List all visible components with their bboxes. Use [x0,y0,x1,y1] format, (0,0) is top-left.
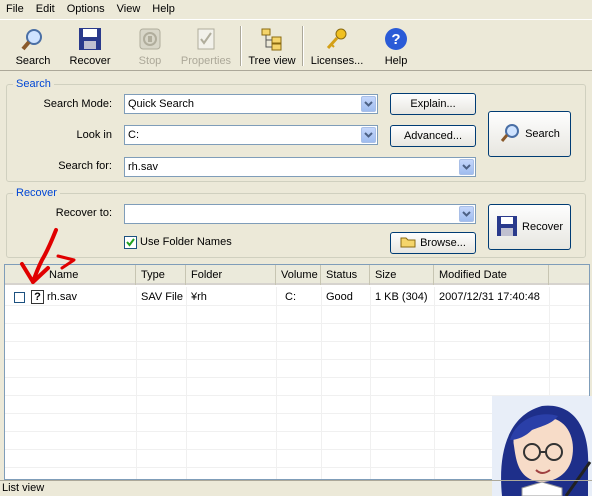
recover-to-input[interactable] [124,204,476,224]
menu-bar: File Edit Options View Help [0,0,592,19]
column-status[interactable]: Status [321,265,370,285]
cell-folder: ¥rh [191,291,207,303]
column-gridline [434,287,435,479]
look-in-label: Look in [76,129,112,141]
magnifier-icon [20,26,46,52]
search-button-label: Search [525,128,560,140]
key-icon [324,26,350,52]
search-button[interactable]: Search [488,111,571,157]
search-mode-select[interactable]: Quick Search [124,94,378,114]
browse-button-label: Browse... [420,237,466,249]
tree-view-icon [259,26,285,52]
cell-name: rh.sav [47,291,77,303]
toolbar-licenses-button[interactable]: Licenses... [308,20,366,70]
toolbar-help-button[interactable]: ? Help [376,20,416,70]
magnifier-icon [499,122,521,147]
status-bar: List view [0,480,592,496]
use-folder-names-checkbox[interactable] [124,236,137,249]
toolbar-search-label: Search [15,55,51,67]
toolbar-help-label: Help [384,55,408,67]
row-gridline [5,341,589,342]
unknown-file-icon: ? [31,290,44,304]
toolbar-separator [302,26,304,66]
floppy-disk-icon [496,215,518,240]
column-folder[interactable]: Folder [186,265,276,285]
toolbar-licenses-label: Licenses... [310,55,364,67]
toolbar-tree-view-button[interactable]: Tree view [244,20,300,70]
toolbar-separator [240,26,242,66]
search-for-input[interactable]: rh.sav [124,157,476,177]
explain-button[interactable]: Explain... [390,93,476,115]
column-size[interactable]: Size [370,265,434,285]
folder-icon [400,236,416,251]
cell-modified: 2007/12/31 17:40:48 [439,291,540,303]
row-checkbox[interactable] [14,292,25,303]
status-text: List view [2,482,45,494]
recover-group-title: Recover [13,186,60,200]
properties-icon [193,26,219,52]
column-volume[interactable]: Volume [276,265,321,285]
list-header: Name Type Folder Volume Status Size Modi… [5,265,589,285]
row-gridline [5,323,589,324]
toolbar-recover-button[interactable]: Recover [64,20,116,70]
search-mode-label: Search Mode: [43,98,112,110]
cell-type: SAV File [141,291,183,303]
toolbar-tree-view-label: Tree view [248,55,296,67]
column-modified-date[interactable]: Modified Date [434,265,549,285]
row-gridline [5,377,589,378]
cell-size: 1 KB (304) [375,291,428,303]
search-for-label: Search for: [58,160,112,172]
svg-text:?: ? [391,31,400,48]
toolbar-search-button[interactable]: Search [10,20,56,70]
toolbar-properties-button[interactable]: Properties [178,20,234,70]
stop-icon [137,26,163,52]
recover-to-label: Recover to: [55,207,112,219]
use-folder-names-label[interactable]: Use Folder Names [140,236,232,248]
column-gridline [321,287,322,479]
menu-file[interactable]: File [0,0,30,19]
cell-status: Good [326,291,353,303]
search-for-value: rh.sav [128,161,158,173]
toolbar-stop-label: Stop [138,55,162,67]
toolbar-recover-label: Recover [69,55,111,67]
browse-button[interactable]: Browse... [390,232,476,254]
chevron-down-icon[interactable] [459,159,474,175]
chevron-down-icon[interactable] [361,127,376,143]
advanced-button-label: Advanced... [403,130,463,142]
advanced-button[interactable]: Advanced... [390,125,476,147]
look-in-select[interactable]: C: [124,125,378,145]
toolbar-stop-button[interactable]: Stop [130,20,170,70]
checkmark-icon [126,238,135,247]
menu-edit[interactable]: Edit [30,0,61,19]
row-gridline [5,305,589,306]
chevron-down-icon[interactable] [459,206,474,222]
recover-button[interactable]: Recover [488,204,571,250]
red-arrow-annotation [20,228,76,284]
toolbar: Search Recover Stop Properties Tree view… [0,19,592,71]
search-mode-value: Quick Search [128,98,195,110]
floppy-disk-icon [77,26,103,52]
explain-button-label: Explain... [410,98,456,110]
menu-help[interactable]: Help [146,0,181,19]
column-gridline [136,287,137,479]
column-gridline [186,287,187,479]
row-gridline [5,359,589,360]
menu-options[interactable]: Options [61,0,111,19]
chevron-down-icon[interactable] [361,96,376,112]
menu-view[interactable]: View [111,0,147,19]
recover-button-label: Recover [522,221,563,233]
look-in-value: C: [128,129,139,141]
column-gridline [276,287,277,479]
toolbar-properties-label: Properties [180,55,232,67]
cell-volume: C: [285,291,296,303]
help-icon: ? [383,26,409,52]
column-gridline [370,287,371,479]
column-type[interactable]: Type [136,265,186,285]
search-group-title: Search [13,77,54,91]
